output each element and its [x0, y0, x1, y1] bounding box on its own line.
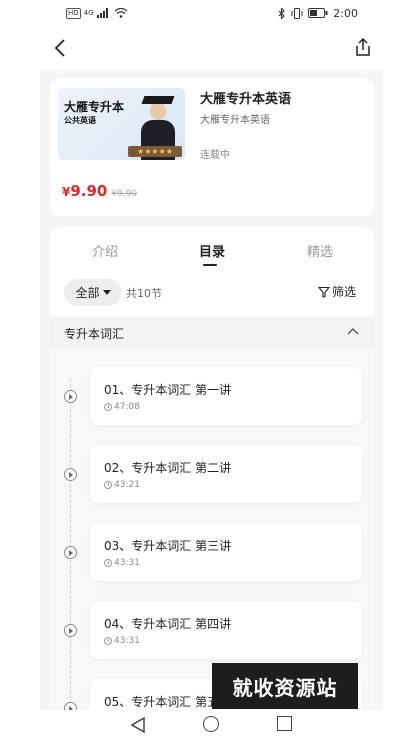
section-header[interactable]: 专升本词汇: [50, 317, 374, 349]
course-price: ¥9.90: [62, 182, 107, 200]
all-dropdown-label: 全部: [75, 286, 100, 300]
vibrate-icon: [291, 7, 303, 19]
signal-icon: [96, 8, 108, 18]
clock-icon: [104, 637, 112, 645]
filter-button[interactable]: 筛选: [318, 283, 356, 300]
funnel-icon: [318, 286, 330, 298]
lesson-duration-value: 43:31: [114, 558, 140, 568]
content-area: 大雁专升本 公共英语 ★★★★★ 大雁专升本英语 大雁专升本英语 连载中 ¥9.…: [40, 70, 383, 710]
lesson-duration: 47:08: [104, 402, 140, 412]
lesson-item[interactable]: 01、专升本词汇 第一讲 47:08: [50, 367, 374, 429]
play-icon[interactable]: [64, 702, 77, 710]
status-left: HD 4G: [66, 7, 128, 19]
wifi-icon: [114, 8, 127, 18]
section-title: 专升本词汇: [64, 327, 125, 341]
lesson-title: 02、专升本词汇 第二讲: [104, 461, 232, 475]
lesson-duration-value: 47:08: [114, 402, 140, 412]
course-thumbnail: 大雁专升本 公共英语 ★★★★★: [58, 88, 185, 160]
nav-recent-square-icon[interactable]: [277, 716, 292, 731]
lesson-item[interactable]: 04、专升本词汇 第四讲 43:31: [50, 601, 374, 663]
lesson-card[interactable]: 03、专升本词汇 第三讲 43:31: [90, 523, 362, 581]
lesson-duration: 43:31: [104, 558, 140, 568]
tab-catalog[interactable]: 目录: [199, 241, 225, 260]
caret-down-icon: [102, 290, 111, 295]
lesson-duration: 43:31: [104, 636, 140, 646]
play-icon[interactable]: [64, 624, 77, 637]
lesson-duration-value: 43:31: [114, 636, 140, 646]
play-icon[interactable]: [64, 546, 77, 559]
play-icon[interactable]: [64, 390, 77, 403]
course-card[interactable]: 大雁专升本 公共英语 ★★★★★ 大雁专升本英语 大雁专升本英语 连载中 ¥9.…: [50, 78, 374, 216]
share-icon: [356, 37, 370, 56]
lesson-card[interactable]: 01、专升本词汇 第一讲 47:08: [90, 367, 362, 425]
tab-bar: 介绍 目录 精选: [50, 227, 374, 271]
lesson-card[interactable]: 04、专升本词汇 第四讲 43:31: [90, 601, 362, 659]
watermark-banner: 就收资源站: [212, 663, 358, 709]
chevron-up-icon[interactable]: [346, 325, 360, 339]
tab-intro[interactable]: 介绍: [92, 241, 118, 260]
rating-stars: ★★★★★: [128, 146, 182, 157]
system-nav-bar: [0, 710, 420, 746]
clock-time: 2:00: [333, 6, 358, 20]
tab-active-indicator: [203, 264, 217, 266]
lesson-item[interactable]: 02、专升本词汇 第二讲 43:21: [50, 445, 374, 507]
bluetooth-icon: [278, 7, 286, 19]
filter-label: 筛选: [332, 285, 357, 299]
back-button[interactable]: [46, 36, 74, 60]
lesson-duration-value: 43:21: [114, 480, 140, 490]
course-status: 连载中: [200, 150, 230, 161]
nav-bar: [0, 26, 420, 70]
detail-panel: 介绍 目录 精选 全部 共10节 筛选 专升本词汇 01、专升本词汇 第一讲 4…: [50, 227, 374, 710]
thumbnail-subtitle: 公共英语: [64, 116, 96, 125]
lesson-count: 共10节: [126, 287, 162, 300]
course-subtitle: 大雁专升本英语: [200, 115, 270, 126]
price-value: 9.90: [70, 182, 108, 200]
clock-icon: [104, 403, 112, 411]
lesson-title: 04、专升本词汇 第四讲: [104, 617, 232, 631]
nav-home-circle-icon[interactable]: [203, 716, 219, 732]
tab-featured[interactable]: 精选: [307, 241, 333, 260]
share-button[interactable]: [350, 34, 376, 60]
status-right: 2:00: [278, 7, 358, 20]
filter-row: 全部 共10节 筛选: [50, 279, 374, 307]
original-price: ¥9.90: [111, 189, 138, 199]
play-icon[interactable]: [64, 468, 77, 481]
status-bar: HD 4G 2:00: [0, 0, 420, 26]
signal-label: 4G: [83, 9, 94, 17]
all-dropdown[interactable]: 全部: [64, 279, 122, 306]
lesson-duration: 43:21: [104, 480, 140, 490]
clock-icon: [104, 481, 112, 489]
price-row: ¥9.90 ¥9.90: [62, 182, 137, 200]
course-title: 大雁专升本英语: [200, 92, 292, 107]
battery-icon: [308, 8, 328, 18]
clock-icon: [104, 559, 112, 567]
chevron-left-icon: [54, 39, 65, 57]
lesson-list: 01、专升本词汇 第一讲 47:08 02、专升本词汇 第二讲 43:21 03…: [50, 349, 374, 710]
network-badge: HD: [66, 7, 81, 19]
lesson-title: 01、专升本词汇 第一讲: [104, 383, 232, 397]
thumbnail-title: 大雁专升本: [64, 100, 125, 114]
lesson-title: 03、专升本词汇 第三讲: [104, 539, 232, 553]
lesson-card[interactable]: 02、专升本词汇 第二讲 43:21: [90, 445, 362, 503]
nav-back-triangle-icon[interactable]: [130, 716, 146, 734]
lesson-item[interactable]: 03、专升本词汇 第三讲 43:31: [50, 523, 374, 585]
